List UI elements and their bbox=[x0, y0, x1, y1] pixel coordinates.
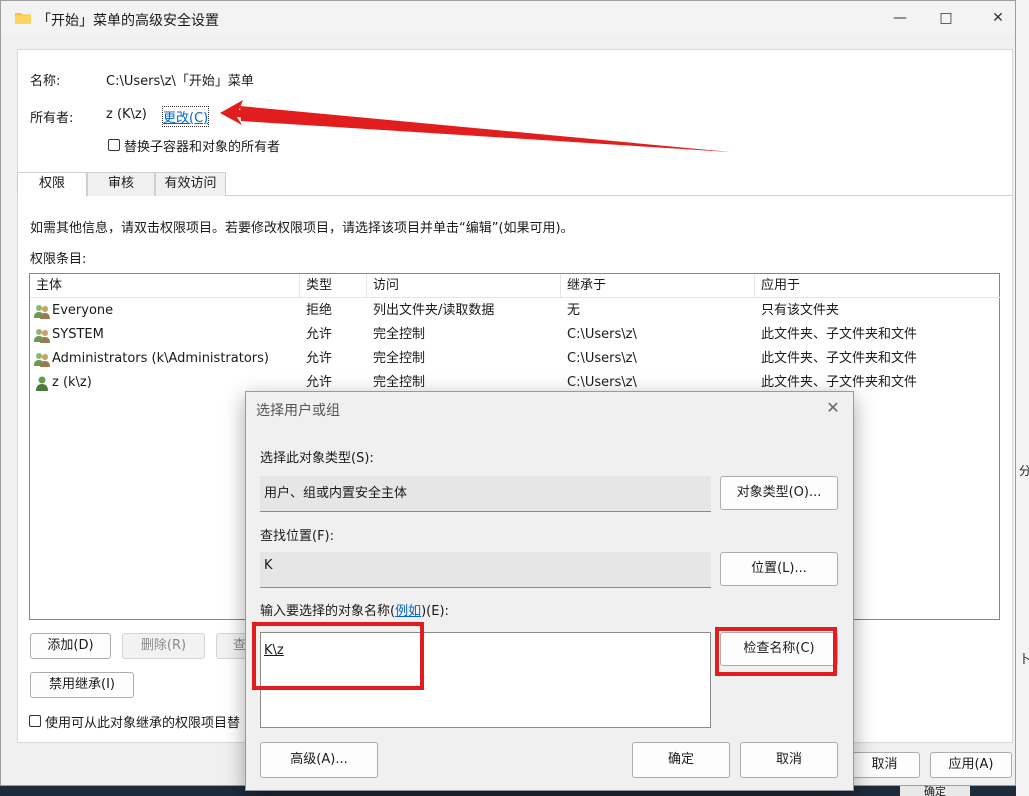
hint-text: 如需其他信息，请双击权限项目。若要修改权限项目，请选择该项目并单击“编辑”(如果… bbox=[30, 221, 574, 236]
column-header-applies-to[interactable]: 应用于 bbox=[755, 274, 1000, 298]
inherit-permissions-label: 使用可从此对象继承的权限项目替 bbox=[45, 716, 241, 731]
locations-button[interactable]: 位置(L)... bbox=[720, 552, 838, 586]
group-icon bbox=[34, 329, 50, 343]
inherited-cell: C:\Users\z\ bbox=[567, 327, 637, 342]
tab-permissions[interactable]: 权限 bbox=[17, 172, 87, 197]
applies-cell: 此文件夹、子文件夹和文件 bbox=[761, 351, 918, 366]
applies-cell: 只有该文件夹 bbox=[761, 303, 840, 318]
apply-button[interactable]: 应用(A) bbox=[930, 752, 1012, 778]
column-header-access[interactable]: 访问 bbox=[367, 274, 561, 298]
principal-cell: SYSTEM bbox=[52, 327, 104, 342]
dialog-cancel-button[interactable]: 取消 bbox=[740, 742, 838, 778]
inherit-permissions-checkbox[interactable] bbox=[29, 715, 41, 727]
object-type-field: 用户、组或内置安全主体 bbox=[260, 476, 711, 512]
maximize-button[interactable]: □ bbox=[923, 1, 969, 35]
close-button[interactable]: ✕ bbox=[975, 1, 1021, 35]
column-header-principal[interactable]: 主体 bbox=[30, 274, 300, 298]
applies-cell: 此文件夹、子文件夹和文件 bbox=[761, 327, 918, 342]
minimize-button[interactable]: — bbox=[877, 1, 923, 35]
annotation-highlight-box bbox=[252, 622, 424, 690]
principal-cell: z (k\z) bbox=[52, 375, 92, 390]
location-label: 查找位置(F): bbox=[260, 529, 335, 544]
tab-effective-access[interactable]: 有效访问 bbox=[155, 172, 226, 196]
select-user-or-group-dialog: 选择用户或组 ✕ 选择此对象类型(S): 用户、组或内置安全主体 对象类型(O)… bbox=[245, 391, 854, 791]
tab-divider bbox=[226, 195, 1013, 196]
cancel-button[interactable]: 取消 bbox=[849, 752, 920, 778]
object-type-label: 选择此对象类型(S): bbox=[260, 451, 374, 466]
table-row[interactable]: SYSTEM 允许 完全控制 C:\Users\z\ 此文件夹、子文件夹和文件 bbox=[30, 323, 999, 347]
disable-inheritance-button[interactable]: 禁用继承(I) bbox=[30, 672, 134, 698]
type-cell: 允许 bbox=[306, 351, 333, 366]
group-icon bbox=[34, 305, 50, 319]
tab-auditing[interactable]: 审核 bbox=[87, 172, 155, 196]
add-button[interactable]: 添加(D) bbox=[30, 633, 111, 659]
object-types-button[interactable]: 对象类型(O)... bbox=[720, 476, 838, 510]
location-field: K bbox=[260, 552, 711, 588]
principal-cell: Everyone bbox=[52, 303, 114, 318]
access-cell: 列出文件夹/读取数据 bbox=[373, 303, 495, 318]
background-window-strip: 分 卜 bbox=[1016, 0, 1029, 796]
object-names-label: 输入要选择的对象名称(例如)(E): bbox=[260, 600, 449, 619]
type-cell: 拒绝 bbox=[306, 303, 333, 318]
principal-cell: Administrators (k\Administrators) bbox=[52, 351, 269, 366]
column-header-type[interactable]: 类型 bbox=[300, 274, 367, 298]
object-names-label-prefix: 输入要选择的对象名称( bbox=[260, 604, 396, 619]
examples-link[interactable]: 例如 bbox=[395, 604, 421, 619]
background-text-fragment: 卜 bbox=[1019, 652, 1029, 666]
dialog-ok-button[interactable]: 确定 bbox=[632, 742, 730, 778]
annotation-arrow bbox=[220, 100, 730, 152]
entries-label: 权限条目: bbox=[30, 252, 87, 267]
group-icon bbox=[34, 353, 50, 367]
user-icon bbox=[36, 376, 48, 391]
object-names-label-suffix: )(E): bbox=[421, 604, 449, 619]
inherited-cell: 无 bbox=[567, 303, 581, 318]
access-cell: 完全控制 bbox=[373, 351, 426, 366]
table-row[interactable]: Administrators (k\Administrators) 允许 完全控… bbox=[30, 347, 999, 371]
advanced-button[interactable]: 高级(A)... bbox=[260, 742, 378, 778]
type-cell: 允许 bbox=[306, 327, 333, 342]
column-header-inherited[interactable]: 继承于 bbox=[561, 274, 755, 298]
background-text-fragment: 分 bbox=[1019, 464, 1029, 478]
inherited-cell: C:\Users\z\ bbox=[567, 351, 637, 366]
access-cell: 完全控制 bbox=[373, 327, 426, 342]
dialog-title: 选择用户或组 bbox=[256, 403, 340, 419]
table-row[interactable]: Everyone 拒绝 列出文件夹/读取数据 无 只有该文件夹 bbox=[30, 299, 999, 323]
remove-button[interactable]: 删除(R) bbox=[122, 633, 205, 659]
annotation-highlight-box bbox=[715, 627, 837, 676]
dialog-close-icon[interactable]: ✕ bbox=[821, 396, 845, 420]
